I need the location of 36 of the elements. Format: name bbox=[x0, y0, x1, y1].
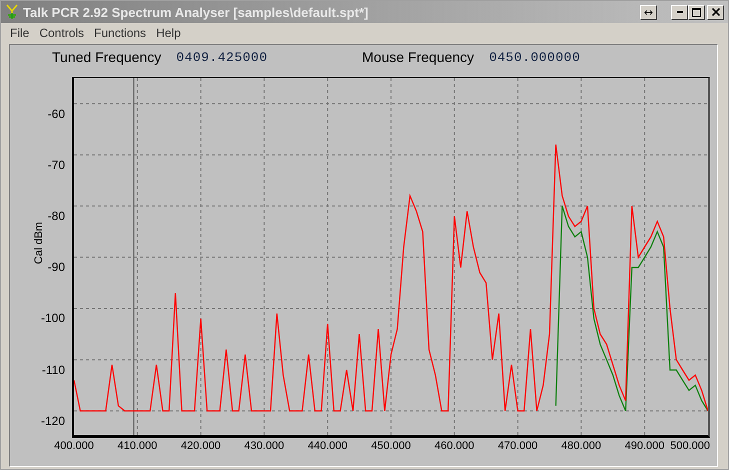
readout-label: Tuned Frequency bbox=[52, 49, 162, 65]
menu-item[interactable]: Controls bbox=[34, 26, 90, 40]
minimize-icon bbox=[676, 11, 682, 13]
antenna-icon bbox=[5, 4, 19, 20]
tick-label: -100 bbox=[40, 311, 65, 326]
menu-item[interactable]: Functions bbox=[89, 26, 152, 40]
tick-label: 430.000 bbox=[244, 440, 284, 452]
tick-label: 400.000 bbox=[54, 440, 94, 452]
tick-label: 490.000 bbox=[624, 440, 664, 452]
frequency-value: 0450.000000 bbox=[489, 50, 580, 64]
window-title: Talk PCR 2.92 Spectrum Analyser [samples\default.spt*] bbox=[23, 4, 370, 20]
frequency-value: 0409.425000 bbox=[176, 50, 268, 64]
tick-label: 420.000 bbox=[180, 440, 221, 452]
maximize-button[interactable] bbox=[688, 4, 705, 20]
tick-label: 440.000 bbox=[308, 440, 348, 452]
tick-label: -90 bbox=[48, 260, 65, 274]
readout-label: Mouse Frequency bbox=[362, 49, 474, 65]
axis-label: Cal dBm bbox=[33, 222, 46, 264]
tick-label: -110 bbox=[42, 362, 65, 377]
tick-label: 460.000 bbox=[434, 440, 474, 452]
tick-label: 450.000 bbox=[371, 440, 411, 452]
close-button[interactable] bbox=[707, 4, 724, 20]
tick-label: -60 bbox=[48, 106, 65, 121]
tick-label: 410.000 bbox=[118, 440, 158, 452]
tick-label: 470.000 bbox=[498, 440, 538, 452]
minimize-button[interactable] bbox=[671, 4, 688, 20]
menu-item[interactable]: Help bbox=[151, 26, 186, 40]
tick-label: 480.000 bbox=[561, 440, 602, 452]
maximize-icon bbox=[692, 8, 701, 16]
tick-label: -120 bbox=[40, 414, 65, 428]
tick-label: -80 bbox=[48, 209, 65, 224]
tick-label: 500.000 bbox=[670, 440, 710, 452]
close-icon bbox=[712, 8, 720, 16]
tick-label: -70 bbox=[48, 158, 65, 172]
dock-button[interactable]: ↔ bbox=[640, 4, 657, 20]
menu-item[interactable]: File bbox=[5, 26, 34, 40]
